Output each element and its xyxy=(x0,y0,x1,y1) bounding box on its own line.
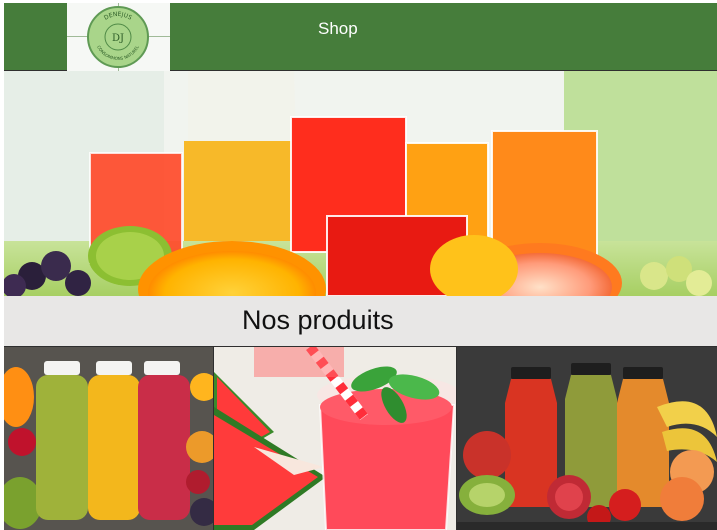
product-card-bottled-juices[interactable] xyxy=(4,347,213,530)
product-card-bottles-with-fruits[interactable] xyxy=(457,347,717,530)
svg-text:DENEJUS: DENEJUS xyxy=(103,11,133,22)
svg-text:CONSOMMONS NATUREL: CONSOMMONS NATUREL xyxy=(96,44,140,61)
product-card-watermelon-smoothie[interactable] xyxy=(214,347,456,530)
hero-image-juice-glasses xyxy=(4,71,717,296)
product-image-watermelon xyxy=(214,347,456,530)
product-image-bottles xyxy=(4,347,213,530)
logo-initials: DJ xyxy=(112,33,124,44)
logo-emblem: DENEJUS CONSOMMONS NATUREL DJ xyxy=(96,11,140,61)
products-section-title: Nos produits xyxy=(242,305,394,335)
page: DENEJUS CONSOMMONS NATUREL DJ Shop Nos p… xyxy=(4,3,717,530)
product-image-bottles-fruits xyxy=(457,347,717,530)
logo-text-bottom: CONSOMMONS NATUREL xyxy=(96,44,140,61)
site-logo[interactable]: DENEJUS CONSOMMONS NATUREL DJ xyxy=(67,3,170,71)
nav-shop-link[interactable]: Shop xyxy=(318,19,358,39)
site-header: DENEJUS CONSOMMONS NATUREL DJ Shop xyxy=(4,3,717,71)
logo-text-top: DENEJUS xyxy=(103,11,133,22)
hero-banner xyxy=(4,71,717,296)
